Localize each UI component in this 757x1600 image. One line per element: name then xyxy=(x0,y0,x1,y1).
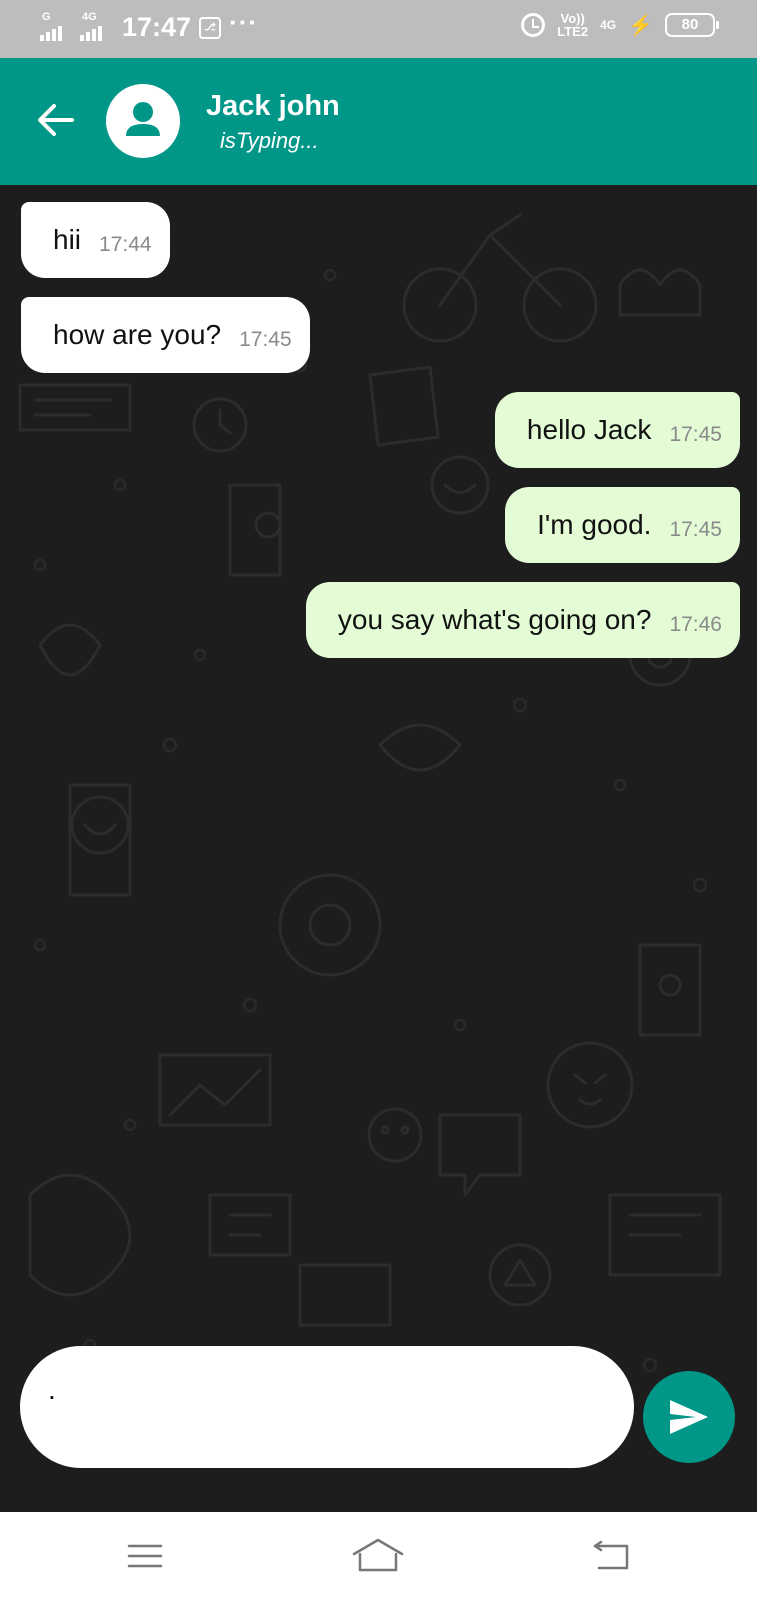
system-nav-bar xyxy=(0,1512,757,1600)
contact-name[interactable]: Jack john xyxy=(206,90,340,123)
outgoing-message[interactable]: hello Jack 17:45 xyxy=(494,392,740,468)
status-left: G 4G 17:47 ⎇ ··· xyxy=(40,7,258,43)
more-notifications-icon: ··· xyxy=(229,7,259,37)
network-type-label: 4G xyxy=(600,18,617,32)
sim2-signal-icon: 4G xyxy=(80,10,112,43)
nav-back-button[interactable] xyxy=(581,1532,641,1580)
outgoing-message[interactable]: you say what's going on? 17:46 xyxy=(305,582,740,658)
message-composer xyxy=(20,1346,634,1468)
send-icon xyxy=(670,1400,708,1434)
home-icon xyxy=(352,1538,404,1572)
send-button[interactable] xyxy=(643,1371,735,1463)
contact-avatar[interactable] xyxy=(106,84,180,158)
chat-area[interactable]: hii 17:44 how are you? 17:45 hello Jack 17:45… xyxy=(0,185,757,1512)
battery-level: 80 xyxy=(681,16,699,33)
menu-icon xyxy=(127,1544,163,1568)
message-input[interactable] xyxy=(48,1374,608,1438)
charging-icon: ⚡ xyxy=(628,14,653,37)
message-text: you say what's going on? xyxy=(337,604,652,635)
message-time: 17:45 xyxy=(239,328,292,351)
status-bar: G 4G 17:47 ⎇ ··· Vo)) LTE2 4G ⚡ 80 xyxy=(0,0,757,58)
person-icon xyxy=(126,102,160,136)
message-time: 17:45 xyxy=(669,423,722,446)
sim1-label: G xyxy=(42,10,51,23)
usb-icon: ⎇ xyxy=(199,16,222,39)
back-button[interactable] xyxy=(34,98,78,142)
chat-header: Jack john isTyping... xyxy=(0,58,757,185)
message-text: hello Jack xyxy=(526,414,652,445)
message-time: 17:46 xyxy=(669,613,722,636)
sim1-signal-icon: G xyxy=(40,10,72,43)
status-right: Vo)) LTE2 4G ⚡ 80 xyxy=(521,12,719,38)
sim2-label: 4G xyxy=(82,10,97,23)
arrow-left-icon xyxy=(38,104,74,136)
message-text: I'm good. xyxy=(537,509,652,540)
nav-home-button[interactable] xyxy=(348,1532,408,1580)
volte-bottom-label: LTE2 xyxy=(557,24,589,39)
nav-menu-button[interactable] xyxy=(115,1532,175,1580)
incoming-message[interactable]: how are you? 17:45 xyxy=(21,297,310,373)
battery-icon: 80 xyxy=(665,13,719,37)
back-icon xyxy=(593,1540,629,1570)
volte-icon: Vo)) LTE2 xyxy=(557,12,588,38)
alarm-icon xyxy=(521,13,546,37)
message-time: 17:44 xyxy=(99,233,152,256)
incoming-message[interactable]: hii 17:44 xyxy=(21,202,170,278)
typing-status: isTyping... xyxy=(220,128,319,153)
outgoing-message[interactable]: I'm good. 17:45 xyxy=(505,487,740,563)
chat-wallpaper xyxy=(18,213,722,1442)
message-text: how are you? xyxy=(53,319,222,350)
message-time: 17:45 xyxy=(669,518,722,541)
message-text: hii xyxy=(53,224,82,255)
status-time: 17:47 xyxy=(122,12,192,42)
